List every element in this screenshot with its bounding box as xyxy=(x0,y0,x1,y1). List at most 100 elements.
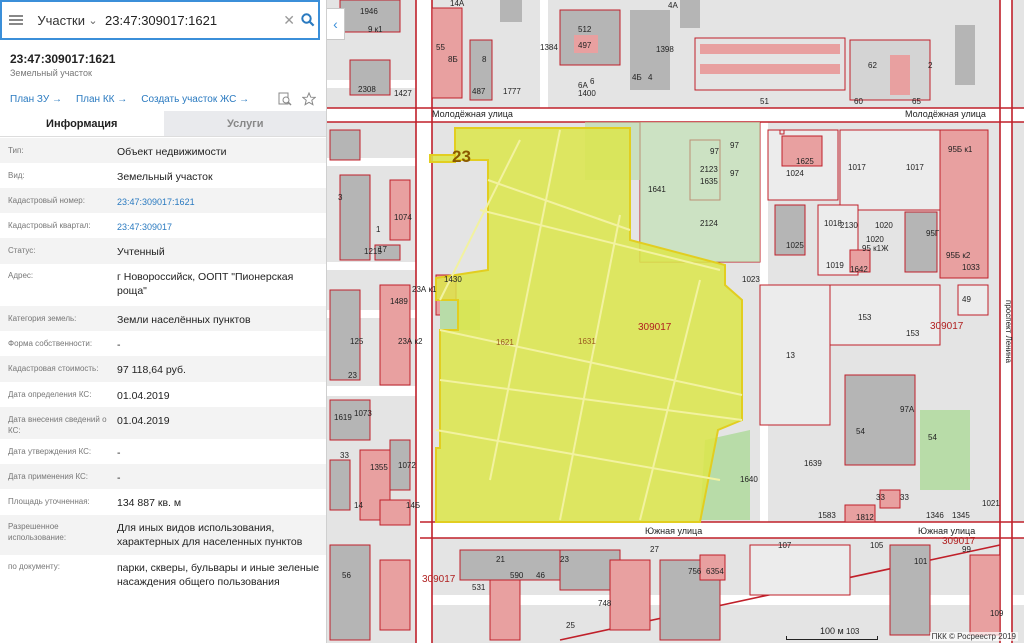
search-type-select[interactable]: Участки xyxy=(29,13,85,28)
plan-zu-link[interactable]: План ЗУ → xyxy=(10,94,62,105)
parcel-number: 1215 xyxy=(364,247,382,256)
parcel-number: 97 xyxy=(730,169,739,178)
street-label: Южная улица xyxy=(918,526,975,536)
property-label: Разрешенное использование: xyxy=(8,522,67,542)
property-value: 97 118,64 руб. xyxy=(117,364,186,376)
parcel-number: 1345 xyxy=(952,511,970,520)
parcel-number: 51 xyxy=(760,97,769,106)
parcel-number: 4 xyxy=(648,73,653,82)
parcel-number: 1621 xyxy=(496,338,514,347)
parcel-number: 97А xyxy=(900,405,915,414)
object-subtitle: Земельный участок xyxy=(10,68,92,78)
create-zhs-link[interactable]: Создать участок ЖС → xyxy=(141,94,249,105)
menu-button[interactable] xyxy=(2,2,29,38)
attribution: ПКК © Росреестр 2019 xyxy=(929,632,1018,641)
parcel-number: 8 xyxy=(482,55,487,64)
parcel-number: 55 xyxy=(436,43,445,52)
parcel-number: 1017 xyxy=(906,163,924,172)
parcel-number: 1427 xyxy=(394,89,412,98)
property-row: Дата утверждения КС: - xyxy=(0,439,326,464)
property-value: 134 887 кв. м xyxy=(117,497,182,509)
parcel-number: 54 xyxy=(856,427,865,436)
collapse-panel-button[interactable]: ‹ xyxy=(327,8,345,40)
parcel-number: 1072 xyxy=(398,461,416,470)
star-icon[interactable] xyxy=(302,92,316,106)
info-panel: Участки ⌄ ✕ 23:47:309017:1621 Земельный … xyxy=(0,0,327,643)
parcel-number: 1 xyxy=(376,225,381,234)
property-value: Земли населённых пунктов xyxy=(117,314,251,326)
property-row: по документу: парки, скверы, бульвары и и… xyxy=(0,555,326,609)
parcel-number: 107 xyxy=(778,541,792,550)
find-on-map-icon[interactable] xyxy=(278,92,292,106)
search-icon xyxy=(300,13,314,27)
parcel-number: 1384 xyxy=(540,43,558,52)
parcel-number: 1024 xyxy=(786,169,804,178)
parcel-number: 97 xyxy=(730,141,739,150)
property-value: г Новороссийск, ООПТ "Пионерская роща" xyxy=(117,271,294,297)
parcel-number: 2130 xyxy=(840,221,858,230)
parcel-number: 1619 xyxy=(334,413,352,422)
property-row: Статус: Учтенный xyxy=(0,238,326,264)
parcel-number: 46 xyxy=(536,571,545,580)
tab-bar: Информация Услуги xyxy=(0,111,326,137)
parcel-number: 1639 xyxy=(804,459,822,468)
parcel-number: 1346 xyxy=(926,511,944,520)
parcel-number: 1020 xyxy=(875,221,893,230)
parcel-number: 153 xyxy=(906,329,920,338)
parcel-number: 33 xyxy=(340,451,349,460)
quarter-label: 309017 xyxy=(422,574,456,585)
parcel-number: 1641 xyxy=(648,185,666,194)
parcel-number: 95Г xyxy=(926,229,940,238)
chevron-down-icon[interactable]: ⌄ xyxy=(85,14,101,27)
property-row: Тип: Объект недвижимости xyxy=(0,138,326,163)
tab-services[interactable]: Услуги xyxy=(163,111,326,136)
parcel-number: 23А к1 xyxy=(412,285,437,294)
property-label: Категория земель: xyxy=(8,314,77,323)
parcel-number: 1946 xyxy=(360,7,378,16)
search-button[interactable] xyxy=(297,13,318,27)
quarter-number: 23 xyxy=(452,147,471,166)
parcel-number: 54 xyxy=(928,433,937,442)
parcel-number: 497 xyxy=(578,41,592,50)
property-row: Категория земель: Земли населённых пункто… xyxy=(0,306,326,331)
parcel-number: 109 xyxy=(990,609,1004,618)
parcel-number: 6 xyxy=(590,77,595,86)
parcel-number: 2123 xyxy=(700,165,718,174)
street-label: Молодёжная улица xyxy=(432,109,513,119)
parcel-number: 2308 xyxy=(358,85,376,94)
property-row: Дата определения КС: 01.04.2019 xyxy=(0,382,326,407)
parcel-number: 23 xyxy=(560,555,569,564)
parcel-number: 756 xyxy=(688,567,702,576)
property-label: Кадастровая стоимость: xyxy=(8,364,99,373)
properties-table: Тип: Объект недвижимости Вид: Земельный уча… xyxy=(0,138,326,609)
parcel-number: 95 к1Ж xyxy=(862,244,889,253)
parcel-number: 1020 xyxy=(866,235,884,244)
plan-kk-link[interactable]: План КК → xyxy=(76,94,127,105)
parcel-number: 1033 xyxy=(962,263,980,272)
parcel-number: 1640 xyxy=(740,475,758,484)
parcel-number: 1583 xyxy=(818,511,836,520)
clear-icon[interactable]: ✕ xyxy=(281,12,297,29)
parcel-number: 49 xyxy=(962,295,971,304)
parcel-number: 1074 xyxy=(394,213,412,222)
parcel-number: 2124 xyxy=(700,219,718,228)
parcel-number: 1430 xyxy=(444,275,462,284)
parcel-number: 1073 xyxy=(354,409,372,418)
property-label: Тип: xyxy=(8,146,24,155)
property-row: Разрешенное использование: Для иных видов… xyxy=(0,515,326,555)
parcel-number: 33 xyxy=(876,493,885,502)
property-value-link[interactable]: 23:47:309017:1621 xyxy=(117,195,321,209)
parcel-number: 27 xyxy=(650,545,659,554)
property-row: Кадастровая стоимость: 97 118,64 руб. xyxy=(0,356,326,382)
property-label: Форма собственности: xyxy=(8,339,93,348)
parcel-number: 1812 xyxy=(856,513,874,522)
search-input[interactable] xyxy=(101,5,282,35)
street-label: Молодёжная улица xyxy=(905,109,986,119)
tab-info[interactable]: Информация xyxy=(0,111,164,136)
property-label: Площадь уточненная: xyxy=(8,497,90,506)
parcel-number: 13 xyxy=(786,351,795,360)
parcel-number: 105 xyxy=(870,541,884,550)
scale-label: 100 м xyxy=(820,626,844,636)
parcel-number: 14 xyxy=(354,501,363,510)
property-value-link[interactable]: 23:47:309017 xyxy=(117,220,321,234)
